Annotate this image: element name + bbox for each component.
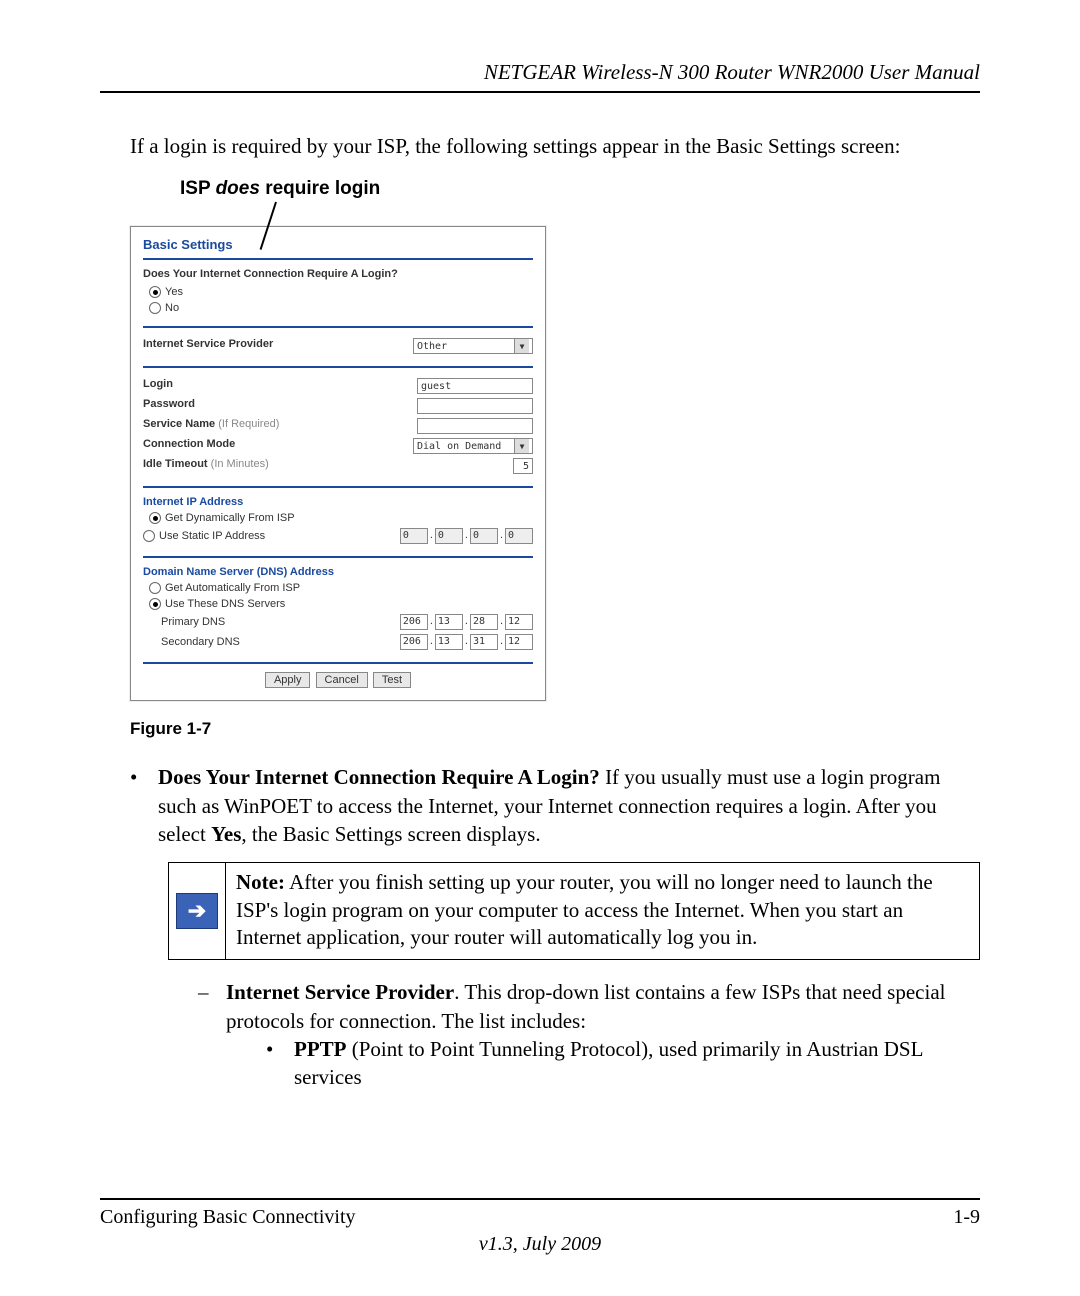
radio-icon	[149, 512, 161, 524]
isp-select[interactable]: Other ▼	[413, 338, 533, 354]
note-box: ➔ Note: After you finish setting up your…	[168, 862, 980, 960]
pptp-lead: PPTP	[294, 1037, 347, 1061]
divider	[143, 366, 533, 368]
login-question: Does Your Internet Connection Require A …	[143, 268, 533, 280]
radio-yes-label: Yes	[165, 286, 183, 298]
radio-yes-icon	[149, 286, 161, 298]
primary-dns-input[interactable]: 206.13.28.12	[400, 614, 533, 630]
radio-dns-use[interactable]: Use These DNS Servers	[149, 596, 533, 612]
service-name-label: Service Name (If Required)	[143, 418, 417, 430]
chevron-down-icon: ▼	[514, 439, 529, 453]
idle-timeout-label: Idle Timeout (In Minutes)	[143, 458, 513, 470]
connection-mode-value: Dial on Demand	[417, 441, 501, 452]
radio-icon	[149, 598, 161, 610]
page-footer: Configuring Basic Connectivity 1-9 v1.3,…	[100, 1188, 980, 1256]
service-name-input[interactable]	[417, 418, 533, 434]
footer-section: Configuring Basic Connectivity	[100, 1206, 356, 1229]
connection-mode-select[interactable]: Dial on Demand ▼	[413, 438, 533, 454]
callout: ISP does require login	[180, 178, 980, 218]
secondary-dns-input[interactable]: 206.13.31.12	[400, 634, 533, 650]
radio-no-label: No	[165, 302, 179, 314]
isp-select-value: Other	[417, 341, 447, 352]
basic-settings-panel: Basic Settings Does Your Internet Connec…	[130, 226, 546, 701]
footer-version: v1.3, July 2009	[100, 1233, 980, 1256]
radio-yes[interactable]: Yes	[149, 284, 533, 300]
callout-em: does	[216, 178, 260, 199]
radio-icon	[143, 530, 155, 542]
does-login-lead: Does Your Internet Connection Require A …	[158, 765, 600, 789]
idle-timeout-input[interactable]: 5	[513, 458, 533, 474]
apply-button[interactable]: Apply	[265, 672, 311, 688]
divider	[143, 486, 533, 488]
divider	[143, 556, 533, 558]
callout-prefix: ISP	[180, 178, 216, 199]
static-ip-input[interactable]: 0.0.0.0	[400, 528, 533, 544]
test-button[interactable]: Test	[373, 672, 411, 688]
page-header: NETGEAR Wireless-N 300 Router WNR2000 Us…	[100, 60, 980, 93]
body-text: • Does Your Internet Connection Require …	[130, 763, 980, 1119]
note-arrow-icon: ➔	[169, 863, 226, 959]
callout-suffix: require login	[260, 178, 380, 199]
isp-lead: Internet Service Provider	[226, 980, 454, 1004]
login-label: Login	[143, 378, 417, 390]
radio-icon	[149, 582, 161, 594]
isp-label: Internet Service Provider	[143, 338, 413, 350]
primary-dns-label: Primary DNS	[161, 616, 400, 628]
connection-mode-label: Connection Mode	[143, 438, 413, 450]
cancel-button[interactable]: Cancel	[316, 672, 368, 688]
chevron-down-icon: ▼	[514, 339, 529, 353]
radio-no[interactable]: No	[149, 300, 533, 316]
password-input[interactable]	[417, 398, 533, 414]
radio-ip-dynamic[interactable]: Get Dynamically From ISP	[149, 510, 533, 526]
radio-no-icon	[149, 302, 161, 314]
password-label: Password	[143, 398, 417, 410]
panel-title: Basic Settings	[143, 237, 533, 260]
secondary-dns-label: Secondary DNS	[161, 636, 400, 648]
internet-ip-heading: Internet IP Address	[143, 496, 533, 508]
figure-label: Figure 1-7	[130, 719, 980, 739]
intro-paragraph: If a login is required by your ISP, the …	[130, 133, 980, 160]
divider	[143, 326, 533, 328]
login-input[interactable]: guest	[417, 378, 533, 394]
footer-page: 1-9	[953, 1206, 980, 1229]
dns-heading: Domain Name Server (DNS) Address	[143, 566, 533, 578]
radio-ip-static[interactable]: Use Static IP Address	[143, 528, 265, 544]
radio-dns-auto[interactable]: Get Automatically From ISP	[149, 580, 533, 596]
